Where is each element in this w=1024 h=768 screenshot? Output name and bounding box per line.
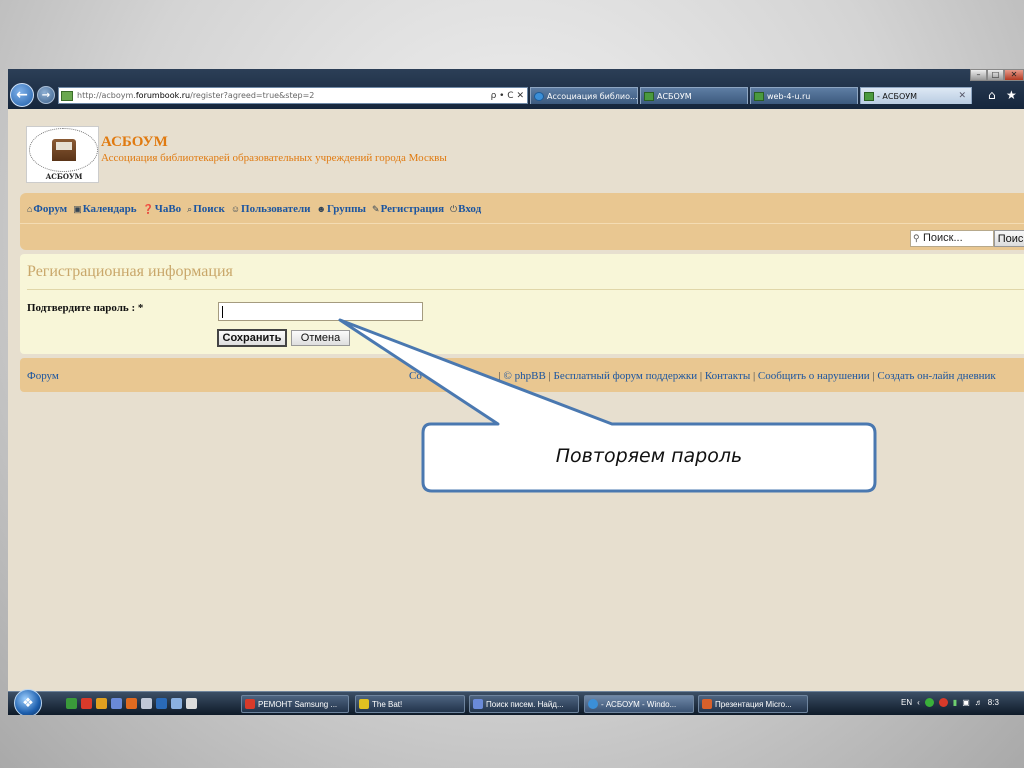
callout-text: Повторяем пароль (555, 445, 743, 467)
callout-bubble (338, 318, 877, 493)
